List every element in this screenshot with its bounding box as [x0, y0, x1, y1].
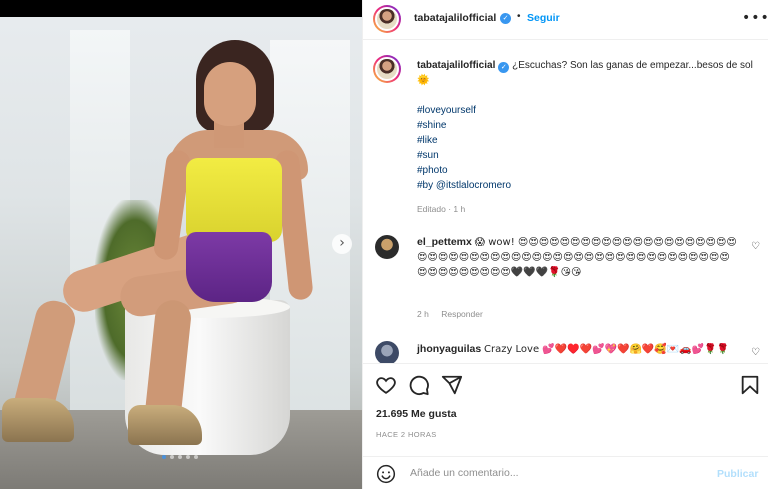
- hashtag-link[interactable]: #loveyourself: [417, 103, 511, 118]
- header-username[interactable]: tabatajalilofficial: [414, 12, 496, 24]
- carousel-next-button[interactable]: ›: [332, 234, 352, 254]
- comment-body: el_pettemx 😱 wow! 😍😍😍😍😍😍😍😍😍😍😍😍😍😍😍😍😍😍😍😍😍😍…: [417, 235, 739, 280]
- carousel-dots: [162, 455, 198, 459]
- comment-like-heart-icon[interactable]: ♡: [751, 347, 760, 358]
- carousel-dot: [194, 455, 198, 459]
- hashtag-link[interactable]: #shine: [417, 118, 511, 133]
- hashtag-link[interactable]: #by @itstlalocromero: [417, 178, 511, 193]
- photo-top-bar: [0, 0, 362, 17]
- post-time[interactable]: HACE 2 HORAS: [376, 430, 437, 439]
- edited-timestamp: Editado · 1 h: [417, 204, 466, 214]
- header-separator: •: [517, 11, 521, 22]
- hashtag-list: #loveyourself #shine #like #sun #photo #…: [417, 103, 511, 193]
- comment-avatar[interactable]: [375, 235, 399, 259]
- comment-meta: 2 h Responder: [417, 309, 493, 319]
- carousel-dot: [170, 455, 174, 459]
- comment-like-heart-icon[interactable]: ♡: [751, 241, 760, 252]
- follow-button[interactable]: Seguir: [527, 12, 560, 24]
- comments-list[interactable]: tabatajalilofficial ✓ ¿Escuchas? Son las …: [363, 41, 768, 363]
- comment-time: 2 h: [417, 309, 429, 319]
- avatar-image: [375, 235, 399, 259]
- avatar[interactable]: [373, 5, 401, 33]
- post-side-panel: tabatajalilofficial ✓ • Seguir ••• tabat…: [362, 0, 768, 489]
- post-header: tabatajalilofficial ✓ • Seguir •••: [363, 0, 768, 40]
- verified-badge-icon: ✓: [500, 13, 511, 24]
- post-photo[interactable]: ›: [0, 0, 362, 489]
- carousel-dot: [162, 455, 166, 459]
- caption-avatar[interactable]: [373, 55, 401, 83]
- figure-shoe: [128, 405, 202, 445]
- post-actions: [363, 363, 768, 403]
- comment-bubble-icon[interactable]: [408, 374, 430, 396]
- figure-face: [204, 62, 256, 126]
- verified-badge-icon: ✓: [498, 62, 510, 73]
- carousel-dot: [186, 455, 190, 459]
- share-paper-plane-icon[interactable]: [441, 374, 463, 396]
- likes-count[interactable]: 21.695 Me gusta: [376, 408, 457, 420]
- comment-input[interactable]: [410, 467, 710, 479]
- hashtag-link[interactable]: #like: [417, 133, 511, 148]
- hashtag-link[interactable]: #sun: [417, 148, 511, 163]
- comment-avatar[interactable]: [375, 341, 399, 363]
- add-comment-bar: Publicar: [363, 456, 768, 489]
- publish-button[interactable]: Publicar: [717, 468, 758, 480]
- chevron-right-icon: ›: [339, 235, 345, 251]
- comment-text: Crazy Love 💕❤️♥️❤️💕💖❤️🤗❤️🥰💌🚗💕🌹🌹: [483, 344, 730, 355]
- figure-shoe: [2, 398, 74, 442]
- hashtag-link[interactable]: #photo: [417, 163, 511, 178]
- figure-yellow-top: [186, 158, 282, 242]
- comment-username[interactable]: el_pettemx: [417, 236, 472, 248]
- figure-purple-shorts: [186, 232, 272, 302]
- carousel-dot: [178, 455, 182, 459]
- emoji-smile-icon[interactable]: [376, 464, 396, 484]
- save-bookmark-icon[interactable]: [739, 374, 761, 396]
- caption-body: tabatajalilofficial ✓ ¿Escuchas? Son las …: [417, 58, 757, 88]
- comment-body: jhonyaguilas Crazy Love 💕❤️♥️❤️💕💖❤️🤗❤️🥰💌…: [417, 342, 739, 357]
- comment-username[interactable]: jhonyaguilas: [417, 343, 481, 355]
- caption-username[interactable]: tabatajalilofficial: [417, 60, 495, 71]
- avatar-image: [375, 341, 399, 363]
- avatar-image: [375, 57, 399, 81]
- more-options-icon[interactable]: •••: [742, 10, 768, 26]
- like-heart-icon[interactable]: [375, 374, 397, 396]
- reply-button[interactable]: Responder: [441, 309, 483, 319]
- avatar-image: [375, 7, 399, 31]
